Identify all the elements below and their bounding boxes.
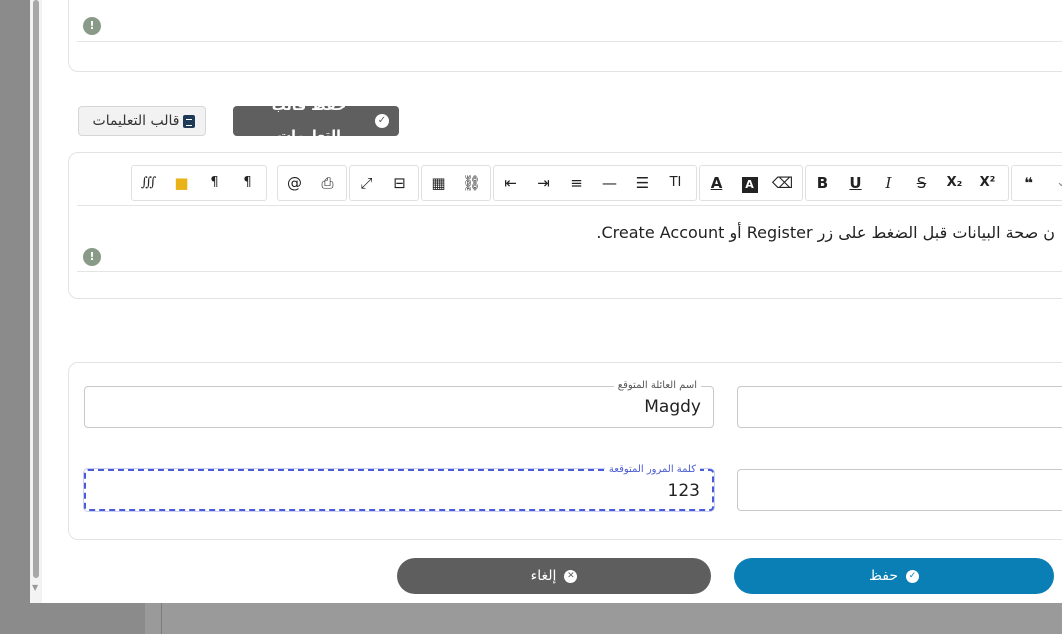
modal-dialog: ▼ ! قالب التعليمات حفظ قالب التعليمات ✓ …	[30, 0, 1062, 603]
check-circle-icon: ✓	[906, 569, 920, 583]
editor-footer-divider	[77, 41, 1062, 42]
save-label: حفظ	[868, 568, 899, 584]
save-button[interactable]: حفظ ✓	[734, 558, 1054, 594]
family-name-value: Magdy	[644, 397, 701, 417]
text-size-icon[interactable]: TI	[659, 166, 692, 200]
source-code-icon[interactable]: ∭	[132, 166, 165, 200]
mention-icon[interactable]: @	[278, 166, 311, 200]
warning-icon: !	[83, 248, 101, 266]
horizontal-rule-icon[interactable]: —	[593, 166, 626, 200]
editor-toolbar: ∭ ■ ¶ ¶ @ ⎙ ⤢ ⊟ ▦ ⛓ ⇤ ⇥ ≡ — ☰ TI A A ⌫ B…	[77, 161, 1062, 206]
warning-icon: !	[83, 17, 101, 35]
superscript-icon[interactable]: X²	[971, 166, 1004, 200]
toolbar-group-paragraph: ⇤ ⇥ ≡ — ☰ TI	[493, 165, 697, 201]
previous-editor-card: !	[68, 0, 1062, 72]
bold-icon[interactable]: B	[806, 166, 839, 200]
link-icon[interactable]: ⛓	[455, 166, 488, 200]
editor-content[interactable]: ن صحة البيانات قبل الضغط على زر Register…	[596, 223, 1055, 242]
background-color-icon[interactable]: A	[733, 166, 766, 200]
toolbar-group-misc: ∭ ■ ¶ ¶	[131, 165, 267, 201]
code-value: 123	[667, 481, 700, 501]
scrollbar[interactable]: ▼	[30, 0, 42, 603]
indent-icon[interactable]: ⇥	[527, 166, 560, 200]
toolbar-group-view: ⤢ ⊟	[349, 165, 419, 201]
eraser-icon[interactable]: ⌫	[766, 166, 799, 200]
rich-text-editor: ∭ ■ ¶ ¶ @ ⎙ ⤢ ⊟ ▦ ⛓ ⇤ ⇥ ≡ — ☰ TI A A ⌫ B…	[68, 152, 1062, 299]
background-panel	[161, 600, 1062, 634]
ordered-list-icon[interactable]: ☰	[626, 166, 659, 200]
strikethrough-icon[interactable]: S	[905, 166, 938, 200]
subscript-icon[interactable]: X₂	[938, 166, 971, 200]
folder-icon[interactable]: ■	[165, 166, 198, 200]
toolbar-group-color: A A ⌫	[699, 165, 803, 201]
scroll-down-icon[interactable]: ▼	[32, 584, 38, 592]
save-instructions-template-label: حفظ قالب التعليمات	[271, 98, 347, 144]
font-color-icon[interactable]: A	[700, 166, 733, 200]
table-icon[interactable]: ▦	[422, 166, 455, 200]
toolbar-group-table: ▦ ⛓	[421, 165, 491, 201]
family-name-field[interactable]: اسم العائلة المتوقع Magdy	[84, 379, 714, 428]
toolbar-group-block: ❝ ⌄	[1011, 165, 1062, 201]
instructions-template-label: قالب التعليمات	[92, 113, 180, 129]
italic-icon[interactable]: I	[872, 166, 905, 200]
toolbar-group-format: B U I S X₂ X²	[805, 165, 1009, 201]
align-icon[interactable]: ≡	[560, 166, 593, 200]
outdent-icon[interactable]: ⇤	[494, 166, 527, 200]
secondary-field[interactable]	[737, 469, 1062, 511]
editor-status-divider	[77, 271, 1062, 272]
underline-icon[interactable]: U	[839, 166, 872, 200]
editor-paragraph: ن صحة البيانات قبل الضغط على زر Register…	[596, 223, 1055, 242]
cancel-label: إلغاء	[530, 568, 557, 584]
quote-icon[interactable]: ❝	[1012, 166, 1045, 200]
chevron-down-icon[interactable]: ⌄	[1045, 166, 1062, 200]
close-circle-icon: ✕	[564, 569, 578, 583]
toolbar-group-insert: @ ⎙	[277, 165, 347, 201]
document-icon	[183, 114, 195, 128]
cancel-button[interactable]: إلغاء ✕	[397, 558, 711, 594]
paragraph-ltr-icon[interactable]: ¶	[198, 166, 231, 200]
blocks-icon[interactable]: ⊟	[383, 166, 416, 200]
code-field[interactable]: كلمة المرور المتوقعة 123	[84, 463, 714, 511]
print-icon[interactable]: ⎙	[311, 166, 344, 200]
save-instructions-template-button[interactable]: حفظ قالب التعليمات ✓	[233, 98, 399, 144]
scrollbar-thumb[interactable]	[33, 0, 39, 578]
paragraph-rtl-icon[interactable]: ¶	[231, 166, 264, 200]
check-circle-icon: ✓	[375, 114, 389, 128]
fullscreen-icon[interactable]: ⤢	[350, 166, 383, 200]
instructions-template-button[interactable]: قالب التعليمات	[78, 106, 206, 136]
first-name-field[interactable]	[737, 386, 1062, 428]
